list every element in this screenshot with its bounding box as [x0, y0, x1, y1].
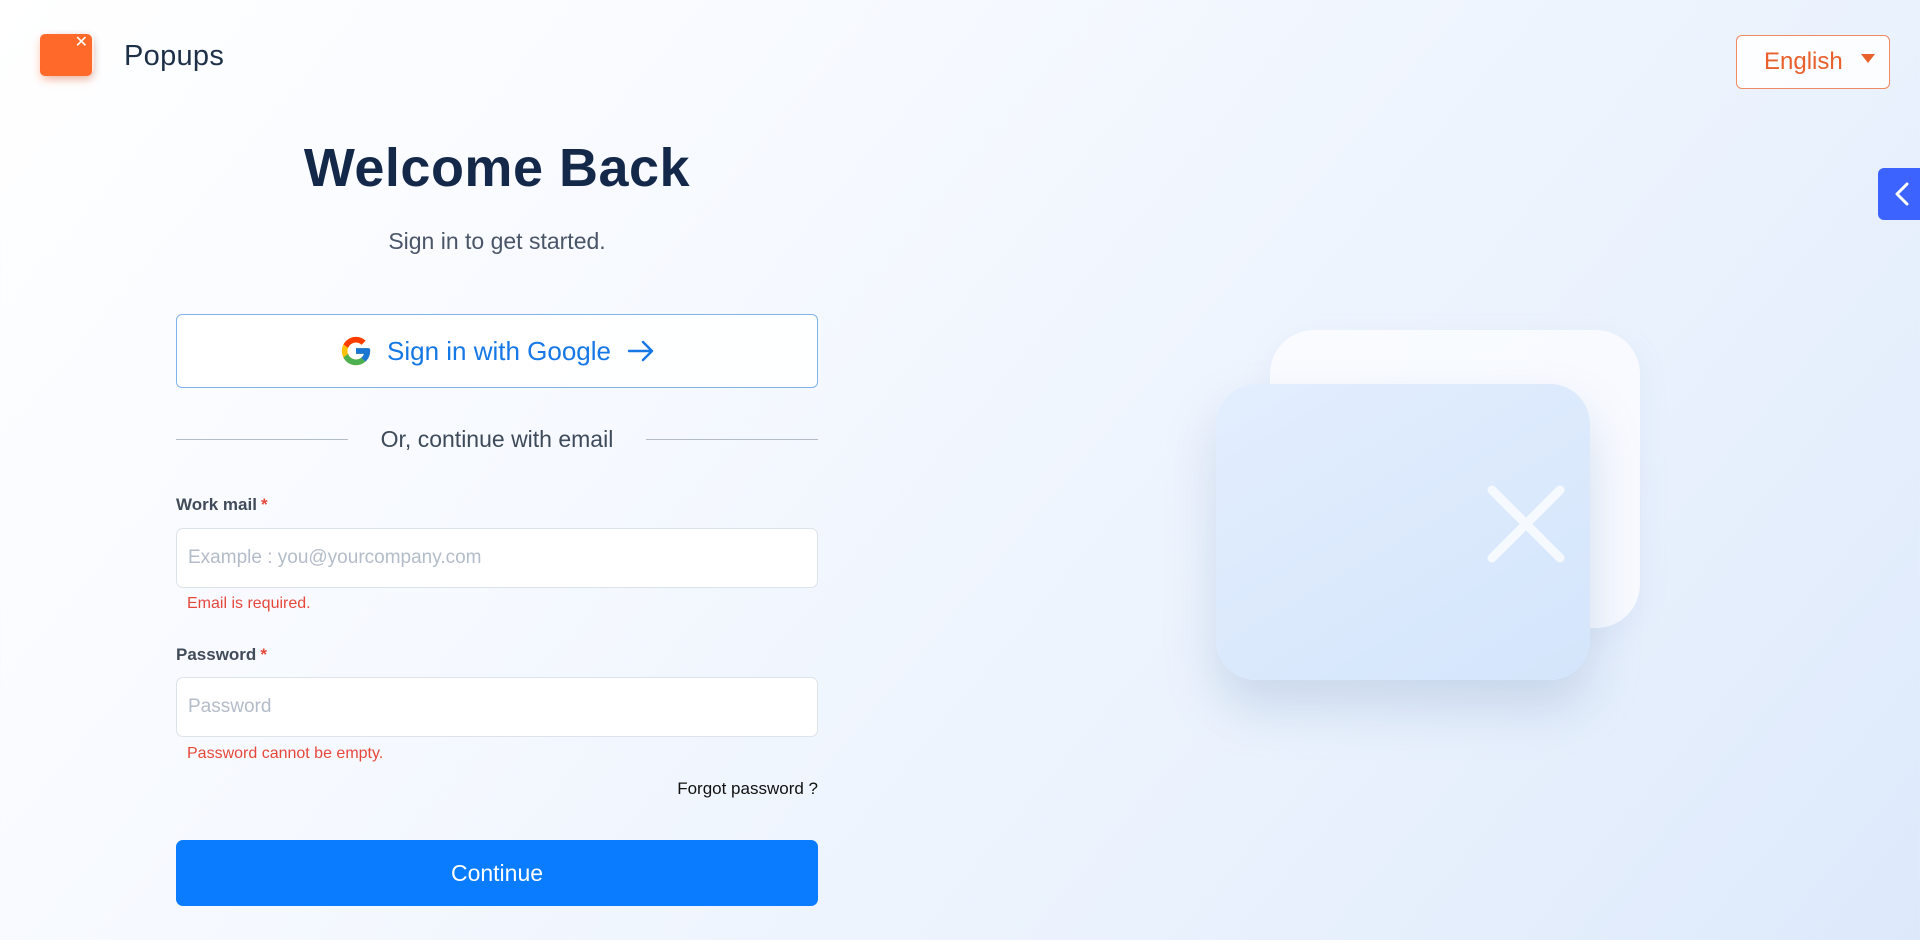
google-icon	[341, 336, 371, 366]
email-field[interactable]	[176, 528, 818, 588]
page-subtitle: Sign in to get started.	[388, 228, 606, 254]
popup-illustration	[1200, 320, 1660, 720]
password-label: Password *	[176, 645, 267, 665]
page-title: Welcome Back	[303, 138, 691, 198]
email-label-text: Work mail	[176, 495, 257, 514]
password-label-text: Password	[176, 645, 257, 664]
arrow-right-icon	[627, 340, 654, 362]
close-icon	[1487, 485, 1565, 563]
google-signin-button[interactable]: Sign in with Google	[176, 314, 818, 388]
chevron-left-icon	[1895, 182, 1909, 206]
caret-down-icon	[1861, 54, 1875, 63]
language-select[interactable]: English	[1736, 35, 1890, 89]
illustration-card-front	[1216, 384, 1590, 680]
required-marker: *	[260, 645, 267, 664]
email-error: Email is required.	[187, 595, 311, 612]
forgot-password-link[interactable]: Forgot password ?	[560, 779, 818, 799]
password-field[interactable]	[176, 677, 818, 737]
continue-button[interactable]: Continue	[176, 840, 818, 906]
side-panel-toggle[interactable]	[1878, 168, 1920, 220]
required-marker: *	[260, 495, 268, 514]
brand-logo[interactable]: ✕ Popups	[40, 34, 224, 78]
password-error: Password cannot be empty.	[187, 745, 384, 762]
email-label: Work mail *	[176, 495, 268, 515]
divider-text: Or, continue with email	[380, 426, 614, 452]
or-divider: Or, continue with email	[176, 426, 818, 453]
google-signin-label: Sign in with Google	[386, 335, 612, 366]
brand-name: Popups	[124, 39, 225, 72]
language-label: English	[1764, 48, 1843, 75]
popup-logo-icon: ✕	[40, 34, 94, 78]
